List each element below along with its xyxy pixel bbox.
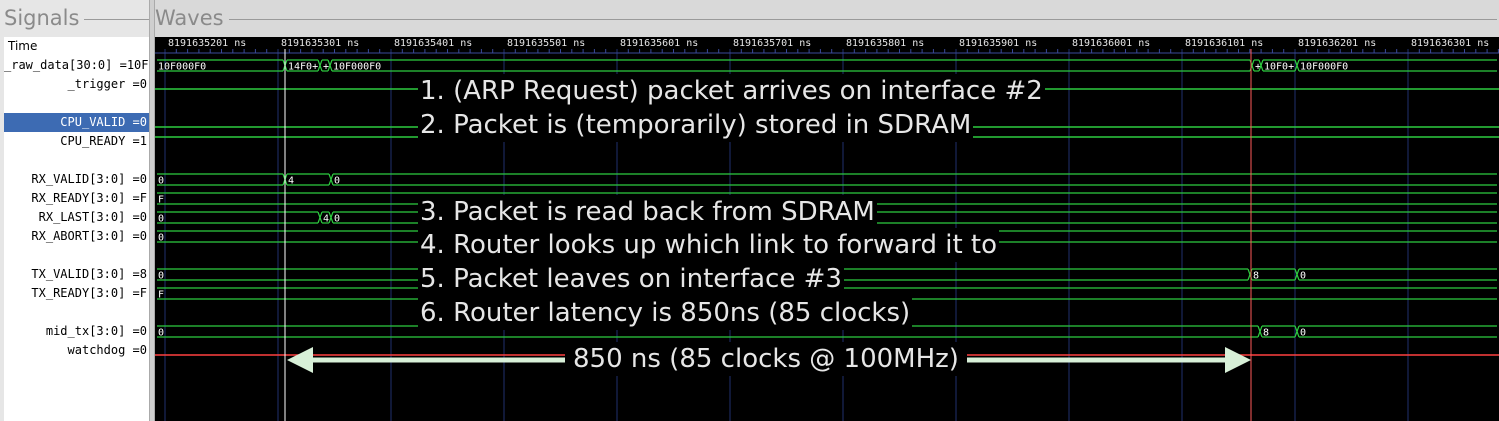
signal-row[interactable]: RX_LAST[3:0] =0 (4, 208, 149, 227)
signal-row-blank (4, 151, 149, 170)
time-tick-label: 8191636301 ns (1411, 38, 1489, 49)
wave-rx-valid-value: 4 (288, 176, 294, 187)
signal-row-time[interactable]: Time (4, 37, 149, 56)
time-tick-label: 8191635401 ns (394, 38, 472, 49)
wave-tx-valid-value: 0 (1300, 271, 1306, 282)
waves-panel: Waves 8191635201 ns 8191635301 ns 81916354… (155, 0, 1499, 421)
signals-list[interactable]: Time_raw_data[30:0] =10F000F0_trigger =0… (4, 37, 149, 421)
signal-row-blank (4, 303, 149, 322)
signal-row-blank (4, 94, 149, 113)
annotation-5: 5. Packet leaves on interface #3 (418, 262, 844, 296)
wave-rx-valid-value: 0 (158, 176, 164, 187)
signal-row[interactable]: CPU_VALID =0 (4, 113, 149, 132)
wave-rx-ready-value: F (158, 195, 164, 206)
wave-raw-data-value: 10F000F0 (158, 62, 206, 73)
wave-raw-data-value: 10F000F0 (1300, 62, 1348, 73)
signals-header-rule (84, 19, 150, 20)
signal-row[interactable]: _raw_data[30:0] =10F000F0 (4, 56, 149, 75)
signal-row[interactable]: RX_READY[3:0] =F (4, 189, 149, 208)
annotation-6: 6. Router latency is 850ns (85 clocks) (418, 296, 913, 330)
wave-canvas[interactable]: 8191635201 ns 8191635301 ns 8191635401 ns 8… (155, 37, 1499, 421)
waves-panel-header: Waves (155, 0, 1499, 37)
wave-raw-data-value: 10F000F0 (333, 62, 381, 73)
wave-rx-last-value: 0 (334, 214, 340, 225)
time-tick-label: 8191635601 ns (620, 38, 698, 49)
time-tick-label: 8191635501 ns (507, 38, 585, 49)
wave-mid-tx-value: 0 (1300, 328, 1306, 339)
signal-row[interactable]: TX_VALID[3:0] =8 (4, 265, 149, 284)
annotation-4: 4. Router looks up which link to forward… (418, 228, 1000, 262)
signals-panel-title: Signals (4, 6, 80, 30)
wave-rx-last-value: 4 (323, 214, 329, 225)
wave-rx-abort-value: 0 (158, 233, 164, 244)
wave-tx-ready-value: F (158, 290, 164, 301)
signal-row[interactable]: RX_ABORT[3:0] =0 (4, 227, 149, 246)
signal-row[interactable]: RX_VALID[3:0] =0 (4, 170, 149, 189)
wave-rx-valid-value: 0 (334, 176, 340, 187)
signals-panel-header: Signals (4, 0, 150, 37)
wave-rx-last-value: 0 (158, 214, 164, 225)
latency-arrow-head-left (287, 347, 313, 373)
time-tick-label: 8191635201 ns (168, 38, 246, 49)
wave-raw-data-value: 10F0+ (1264, 62, 1294, 73)
time-tick-label: 8191636001 ns (1072, 38, 1150, 49)
signals-panel: Signals Time_raw_data[30:0] =10F000F0_tr… (0, 0, 150, 421)
time-tick-label: 8191635301 ns (281, 38, 359, 49)
annotation-2: 2. Packet is (temporarily) stored in SDR… (418, 108, 974, 142)
wave-tx-valid-value: 0 (158, 271, 164, 282)
time-tick-label: 8191635801 ns (846, 38, 924, 49)
wave-raw-data-value: 14F0+ (288, 62, 318, 73)
wave-mid-tx-value: 0 (158, 328, 164, 339)
wave-tx-valid-value: 8 (1253, 271, 1259, 282)
annotation-1: 1. (ARP Request) packet arrives on inter… (418, 74, 1045, 108)
time-tick-label: 8191636201 ns (1298, 38, 1376, 49)
signal-row[interactable]: TX_READY[3:0] =F (4, 284, 149, 303)
signal-row[interactable]: mid_tx[3:0] =0 (4, 322, 149, 341)
latency-arrow-label: 850 ns (85 clocks @ 100MHz) (565, 342, 967, 376)
signal-row-blank (4, 246, 149, 265)
signal-row[interactable]: watchdog =0 (4, 341, 149, 360)
wave-mid-tx-value: 8 (1263, 328, 1269, 339)
time-tick-label: 8191635901 ns (959, 38, 1037, 49)
waves-header-rule (229, 19, 1497, 20)
signal-row[interactable]: _trigger =0 (4, 75, 149, 94)
waves-panel-title: Waves (155, 6, 224, 30)
time-tick-label: 8191635701 ns (733, 38, 811, 49)
annotation-3: 3. Packet is read back from SDRAM (418, 195, 877, 229)
latency-arrow-head-right (1225, 347, 1251, 373)
time-tick-label: 8191636101 ns (1185, 38, 1263, 49)
signal-row[interactable]: CPU_READY =1 (4, 132, 149, 151)
